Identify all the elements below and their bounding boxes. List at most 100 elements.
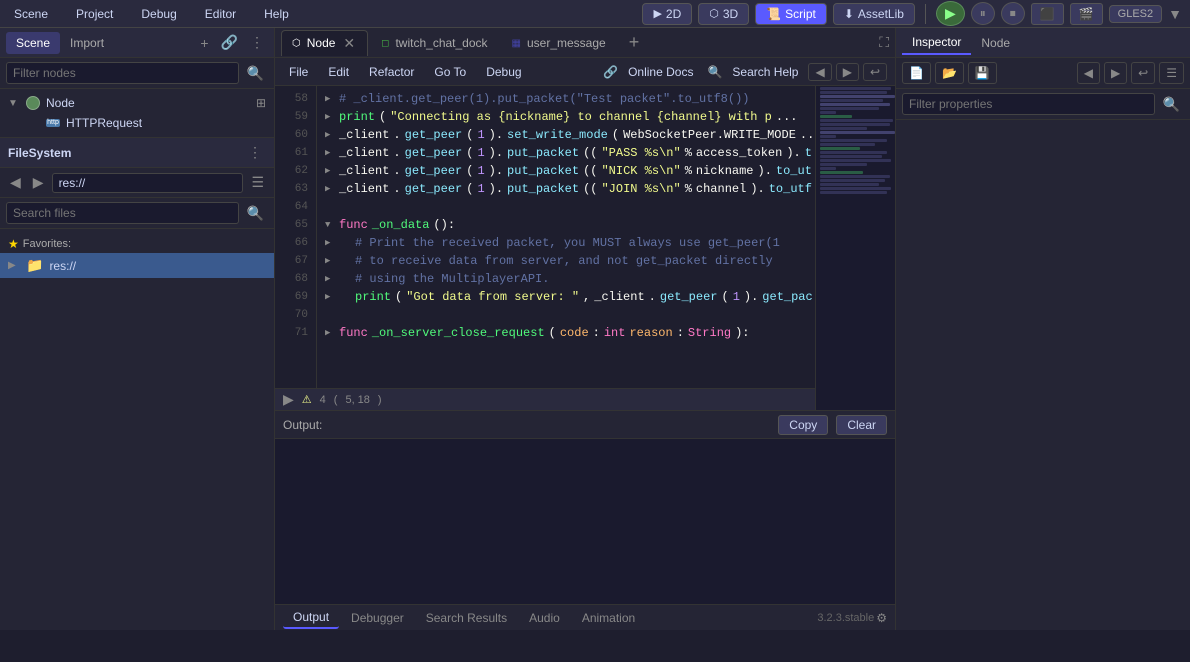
filesystem-header: FileSystem ⋮ xyxy=(0,138,274,168)
toolbar-debug[interactable]: Debug xyxy=(480,63,527,81)
toolbar-file[interactable]: File xyxy=(283,63,314,81)
nav-back-btn[interactable]: ◀ xyxy=(6,172,25,193)
inspector-history-btn[interactable]: ↩ xyxy=(1131,62,1155,84)
scene-section: Scene Import + 🔗 ⋮ 🔍 ▼ Node ⊞ xyxy=(0,28,274,137)
output-tab-animation[interactable]: Animation xyxy=(572,608,645,628)
tab-import[interactable]: Import xyxy=(60,32,114,54)
toolbar-refactor[interactable]: Refactor xyxy=(363,63,420,81)
fold-58[interactable]: ▶ xyxy=(325,90,335,108)
warning-count: 4 xyxy=(320,394,326,406)
clear-btn[interactable]: Clear xyxy=(836,415,887,435)
fold-59[interactable]: ▶ xyxy=(325,108,335,126)
inspector-new-btn[interactable]: 📄 xyxy=(902,62,931,84)
scene-tree: ▼ Node ⊞ http HTTPRequest xyxy=(0,89,274,137)
line-num-59: 59 xyxy=(275,108,316,126)
link-btn[interactable]: 🔗 xyxy=(217,32,242,53)
online-docs-link[interactable]: 🔗 xyxy=(603,65,618,79)
output-content[interactable] xyxy=(275,439,895,604)
fs-item-res[interactable]: ▶ 📁 res:// xyxy=(0,253,274,278)
filesystem-panel: FileSystem ⋮ ◀ ▶ res:// ☰ 🔍 ★ Favorites:… xyxy=(0,137,274,630)
code-content[interactable]: 58 59 60 61 62 63 64 65 66 67 68 69 70 7… xyxy=(275,86,895,388)
menu-editor[interactable]: Editor xyxy=(199,5,242,23)
mode-2d-btn[interactable]: ▶ 2D xyxy=(642,3,692,25)
filter-properties-input[interactable] xyxy=(902,93,1155,115)
fold-69[interactable]: ▶ xyxy=(325,288,335,306)
editor-tab-node[interactable]: ⬡ Node ✕ xyxy=(281,30,368,56)
script-btn[interactable]: 📜 Script xyxy=(755,3,827,25)
editor-tab-twitch[interactable]: ◻ twitch_chat_dock xyxy=(370,31,498,54)
inspector-prev-btn[interactable]: ◀ xyxy=(1077,62,1100,84)
fold-68[interactable]: ▶ xyxy=(325,270,335,288)
search-files-input[interactable] xyxy=(6,202,239,224)
code-line-67: ▶ # to receive data from server, and not… xyxy=(325,252,887,270)
fold-67[interactable]: ▶ xyxy=(325,252,335,270)
tab-node[interactable]: Node xyxy=(971,32,1020,54)
play-btn[interactable]: ▶ xyxy=(936,1,965,26)
nav-forward-btn[interactable]: ▶ xyxy=(29,172,48,193)
status-expand-btn[interactable]: ▶ xyxy=(283,391,294,408)
output-tab-search[interactable]: Search Results xyxy=(416,608,517,628)
step-btn[interactable]: ⬛ xyxy=(1031,3,1064,25)
tab-add-btn[interactable]: + xyxy=(623,32,646,53)
tree-item-node[interactable]: ▼ Node ⊞ xyxy=(0,93,274,113)
mode-3d-btn[interactable]: ⬡ 3D xyxy=(698,3,749,25)
nav-next-btn[interactable]: ▶ xyxy=(836,63,859,81)
fs-menu-btn[interactable]: ⋮ xyxy=(244,142,266,163)
filter-nodes-input[interactable] xyxy=(6,62,239,84)
output-tab-debugger[interactable]: Debugger xyxy=(341,608,414,628)
fold-66[interactable]: ▶ xyxy=(325,234,335,252)
fold-62[interactable]: ▶ xyxy=(325,162,335,180)
filter-search-icon[interactable]: 🔍 xyxy=(243,63,268,84)
assetlib-btn[interactable]: ⬇ AssetLib xyxy=(833,3,915,25)
search-help-icon[interactable]: 🔍 xyxy=(707,65,722,79)
output-tab-output[interactable]: Output xyxy=(283,607,339,629)
pause-btn[interactable]: ⏸ xyxy=(971,2,995,25)
tab-inspector[interactable]: Inspector xyxy=(902,31,971,55)
mode-2d-icon: ▶ xyxy=(653,7,661,20)
menu-help[interactable]: Help xyxy=(258,5,295,23)
output-tab-audio[interactable]: Audio xyxy=(519,608,570,628)
tab-expand-btn[interactable]: ⛶ xyxy=(879,34,889,51)
fold-63[interactable]: ▶ xyxy=(325,180,335,198)
fs-search-icon[interactable]: 🔍 xyxy=(243,203,268,224)
toolbar-online-docs[interactable]: Online Docs xyxy=(622,63,699,81)
scene-menu-btn[interactable]: ⋮ xyxy=(246,32,268,53)
tab-node-close[interactable]: ✕ xyxy=(341,35,357,52)
toolbar-edit[interactable]: Edit xyxy=(322,63,355,81)
editor-tab-user-message[interactable]: ▦ user_message xyxy=(501,31,617,54)
copy-btn[interactable]: Copy xyxy=(778,415,828,435)
stop-btn[interactable]: ⏹ xyxy=(1001,2,1025,25)
fold-61[interactable]: ▶ xyxy=(325,144,335,162)
gles-dropdown-icon[interactable]: ▼ xyxy=(1168,6,1182,22)
code-line-63: ▶ _client.get_peer(1).put_packet(("JOIN … xyxy=(325,180,887,198)
line-numbers: 58 59 60 61 62 63 64 65 66 67 68 69 70 7… xyxy=(275,86,317,388)
nav-prev-btn[interactable]: ◀ xyxy=(808,63,831,81)
code-lines[interactable]: ▶ # _client.get_peer(1).put_packet("Test… xyxy=(317,86,895,388)
menu-project[interactable]: Project xyxy=(70,5,119,23)
add-node-btn[interactable]: + xyxy=(196,32,212,53)
fs-flat-btn[interactable]: ☰ xyxy=(247,172,268,193)
assetlib-icon: ⬇ xyxy=(844,7,854,21)
center-panel: ⬡ Node ✕ ◻ twitch_chat_dock ▦ user_messa… xyxy=(275,28,895,630)
filter-properties-search-icon[interactable]: 🔍 xyxy=(1159,94,1184,115)
tree-item-httprequest[interactable]: http HTTPRequest xyxy=(0,113,274,133)
nav-history-btn[interactable]: ↩ xyxy=(863,63,887,81)
inspector-save-btn[interactable]: 💾 xyxy=(968,62,997,84)
toolbar-separator xyxy=(925,4,926,24)
line-num-69: 69 xyxy=(275,288,316,306)
toolbar-goto[interactable]: Go To xyxy=(428,63,472,81)
toolbar-search-help[interactable]: Search Help xyxy=(726,63,804,81)
tab-scene[interactable]: Scene xyxy=(6,32,60,54)
menu-debug[interactable]: Debug xyxy=(135,5,182,23)
fold-65[interactable]: ▼ xyxy=(325,216,335,234)
inspector-filter-btn[interactable]: ☰ xyxy=(1159,62,1184,84)
inspector-open-btn[interactable]: 📂 xyxy=(935,62,964,84)
menu-scene[interactable]: Scene xyxy=(8,5,54,23)
fold-71[interactable]: ▶ xyxy=(325,324,335,342)
chevron-right-icon: ▶ xyxy=(8,260,20,271)
inspector-next-btn[interactable]: ▶ xyxy=(1104,62,1127,84)
movie-btn[interactable]: 🎬 xyxy=(1070,3,1103,25)
filesystem-title: FileSystem xyxy=(8,146,244,160)
fold-60[interactable]: ▶ xyxy=(325,126,335,144)
output-settings-icon[interactable]: ⚙ xyxy=(876,611,887,625)
